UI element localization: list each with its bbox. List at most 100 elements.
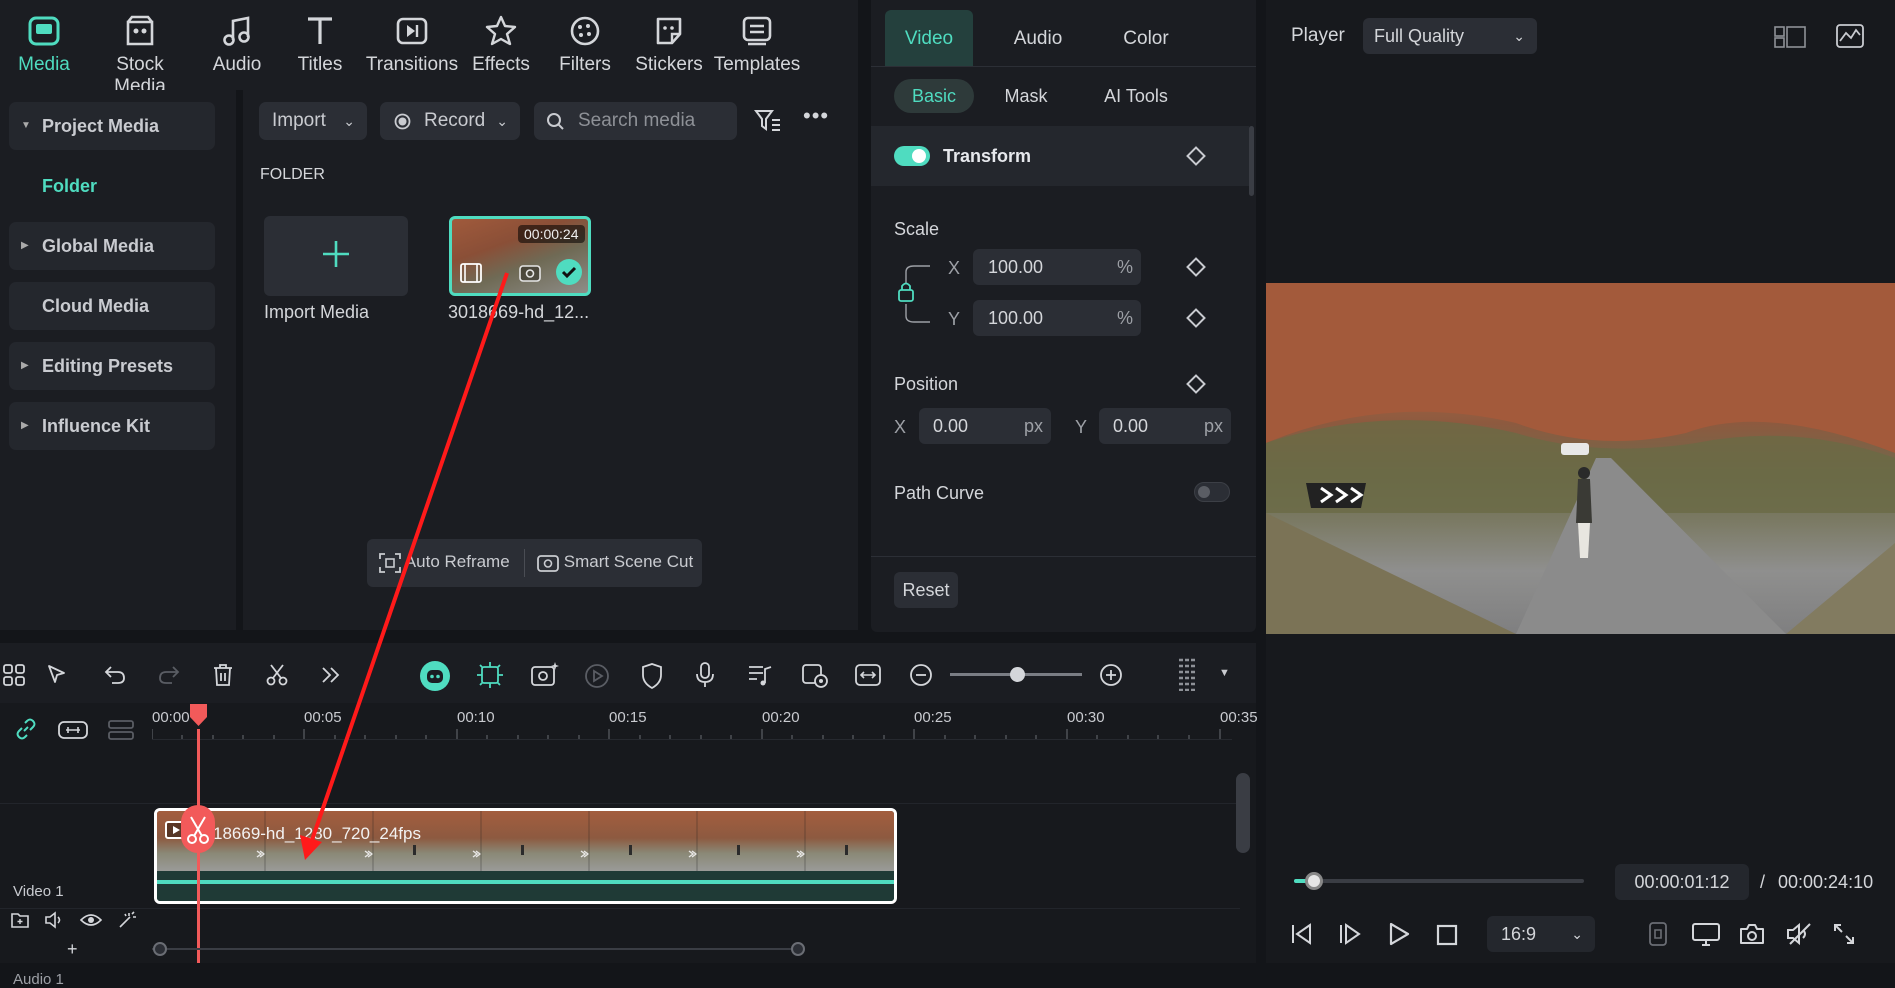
position-y-input[interactable]: 0.00 px <box>1099 408 1231 444</box>
tab-label: Video <box>904 28 954 49</box>
sidebar-item-editing-presets[interactable]: ▶ Editing Presets <box>9 342 215 390</box>
next-frame-icon[interactable] <box>1338 922 1362 946</box>
media-icon <box>27 14 61 48</box>
ai-image-icon[interactable] <box>530 661 560 689</box>
caret-down-icon[interactable]: ▼ <box>1219 667 1230 679</box>
timeline-video-clip[interactable]: 18669-hd_1280_720_24fps <box>154 808 897 904</box>
quality-dropdown[interactable]: Full Quality ⌄ <box>1363 18 1537 54</box>
lock-ratio-icon[interactable] <box>894 262 934 328</box>
reset-button[interactable]: Reset <box>894 572 958 608</box>
sidebar-item-global-media[interactable]: ▶ Global Media <box>9 222 215 270</box>
mark-shield-icon[interactable] <box>640 663 664 689</box>
snapshot-camera-icon[interactable] <box>1739 922 1765 946</box>
safe-zone-icon[interactable] <box>1649 922 1667 946</box>
more-tools-chevron-icon[interactable] <box>320 663 342 687</box>
properties-panel: Video Audio Color Basic Mask AI Tools Tr… <box>871 0 1256 632</box>
progress-track[interactable] <box>1294 872 1584 890</box>
track-folder-icon[interactable] <box>10 911 30 929</box>
progress-knob[interactable] <box>1305 872 1324 890</box>
tab-color[interactable]: Color <box>1101 28 1191 50</box>
subtab-ai-tools[interactable]: AI Tools <box>1081 86 1191 107</box>
tab-audio-props[interactable]: Audio <box>993 28 1083 50</box>
scrollbar-right-handle[interactable] <box>791 942 805 956</box>
current-time[interactable]: 00:00:01:12 <box>1615 864 1749 900</box>
horizontal-scrollbar-track[interactable] <box>152 948 802 950</box>
tab-media[interactable]: Media <box>0 14 94 76</box>
replace-clip-icon[interactable] <box>801 663 829 689</box>
top-toolbar: Media Stock Media Audio Titles Transitio… <box>0 0 858 97</box>
audio-mute-icon[interactable] <box>1786 922 1812 946</box>
redo-icon[interactable] <box>157 663 181 687</box>
add-track-button[interactable]: + <box>67 939 78 960</box>
split-scissors-icon[interactable] <box>265 663 289 687</box>
auto-highlight-icon[interactable] <box>476 661 504 689</box>
sidebar-item-folder[interactable]: Folder <box>9 162 215 210</box>
link-chain-icon[interactable] <box>14 717 38 741</box>
stop-icon[interactable] <box>1436 924 1458 946</box>
render-preview-icon[interactable] <box>584 663 610 689</box>
record-dropdown[interactable]: Record ⌄ <box>380 102 520 140</box>
aspect-ratio-dropdown[interactable]: 16:9 ⌄ <box>1487 916 1595 952</box>
keyframe-diamond-icon[interactable] <box>1186 257 1206 277</box>
group-link-icon[interactable] <box>58 719 88 741</box>
track-volume-icon[interactable] <box>44 911 64 929</box>
templates-icon <box>740 14 774 48</box>
subtab-mask[interactable]: Mask <box>986 86 1066 107</box>
sidebar-item-influence-kit[interactable]: ▶ Influence Kit <box>9 402 215 450</box>
play-icon[interactable] <box>1388 922 1410 946</box>
track-magic-icon[interactable] <box>117 911 137 929</box>
zoom-slider-knob[interactable] <box>1010 667 1025 682</box>
audio-beat-icon[interactable] <box>747 663 773 687</box>
sidebar-item-project-media[interactable]: ▼ Project Media <box>9 102 215 150</box>
position-x-input[interactable]: 0.00 px <box>919 408 1051 444</box>
tab-stickers[interactable]: Stickers <box>619 14 719 76</box>
import-dropdown[interactable]: Import ⌄ <box>259 102 367 140</box>
import-media-tile[interactable] <box>264 216 408 296</box>
tab-stock-media[interactable]: Stock Media <box>90 14 190 98</box>
more-options-icon[interactable]: ••• <box>803 103 829 129</box>
layout-grid-icon[interactable] <box>1774 26 1806 48</box>
path-curve-toggle[interactable] <box>1194 482 1230 502</box>
zoom-out-icon[interactable] <box>909 663 933 687</box>
ai-copilot-icon[interactable] <box>420 661 450 691</box>
playhead-split-handle[interactable] <box>181 805 215 853</box>
keyframe-diamond-icon[interactable] <box>1186 374 1206 394</box>
scale-y-input[interactable]: 100.00 % <box>973 300 1141 336</box>
playhead-marker-icon[interactable] <box>189 703 208 727</box>
zoom-in-icon[interactable] <box>1099 663 1123 687</box>
smart-scene-cut-button[interactable]: Smart Scene Cut <box>537 552 693 573</box>
keyframe-diamond-icon[interactable] <box>1186 146 1206 166</box>
auto-reframe-button[interactable]: Auto Reframe <box>379 552 510 573</box>
tab-titles[interactable]: Titles <box>270 14 370 76</box>
display-screen-icon[interactable] <box>1692 922 1720 946</box>
vertical-scrollbar[interactable] <box>1236 773 1250 853</box>
time-ruler[interactable]: 00:00 00:05 00:10 00:15 00:20 00:25 00:3… <box>152 703 1258 739</box>
sidebar-item-cloud-media[interactable]: Cloud Media <box>9 282 215 330</box>
scale-x-input[interactable]: 100.00 % <box>973 249 1141 285</box>
fit-width-icon[interactable] <box>855 663 881 687</box>
track-visibility-eye-icon[interactable] <box>80 911 102 929</box>
voiceover-microphone-icon[interactable] <box>694 662 716 688</box>
media-clip-thumbnail[interactable]: 00:00:24 <box>449 216 591 296</box>
tab-templates[interactable]: Templates <box>707 14 807 76</box>
toggle-knob <box>912 149 926 163</box>
scopes-chart-icon[interactable] <box>1836 24 1864 48</box>
fullscreen-icon[interactable] <box>1832 922 1856 946</box>
timeline-settings-grid-icon[interactable] <box>1176 657 1198 691</box>
subtab-basic[interactable]: Basic <box>894 79 974 113</box>
layout-grid-icon[interactable] <box>2 663 26 687</box>
keyframe-diamond-icon[interactable] <box>1186 308 1206 328</box>
filter-sort-icon[interactable] <box>754 108 782 134</box>
previous-frame-icon[interactable] <box>1290 922 1314 946</box>
tab-video[interactable]: Video <box>885 10 973 66</box>
search-input[interactable]: Search media <box>534 102 737 140</box>
scrollbar-left-handle[interactable] <box>153 942 167 956</box>
transform-toggle[interactable] <box>894 146 930 166</box>
track-manager-icon[interactable] <box>108 719 134 741</box>
select-cursor-icon[interactable] <box>46 663 70 687</box>
scrollbar[interactable] <box>1249 126 1254 196</box>
delete-trash-icon[interactable] <box>212 663 234 687</box>
tab-transitions[interactable]: Transitions <box>362 14 462 76</box>
undo-icon[interactable] <box>103 663 127 687</box>
video-preview[interactable] <box>1266 283 1895 634</box>
